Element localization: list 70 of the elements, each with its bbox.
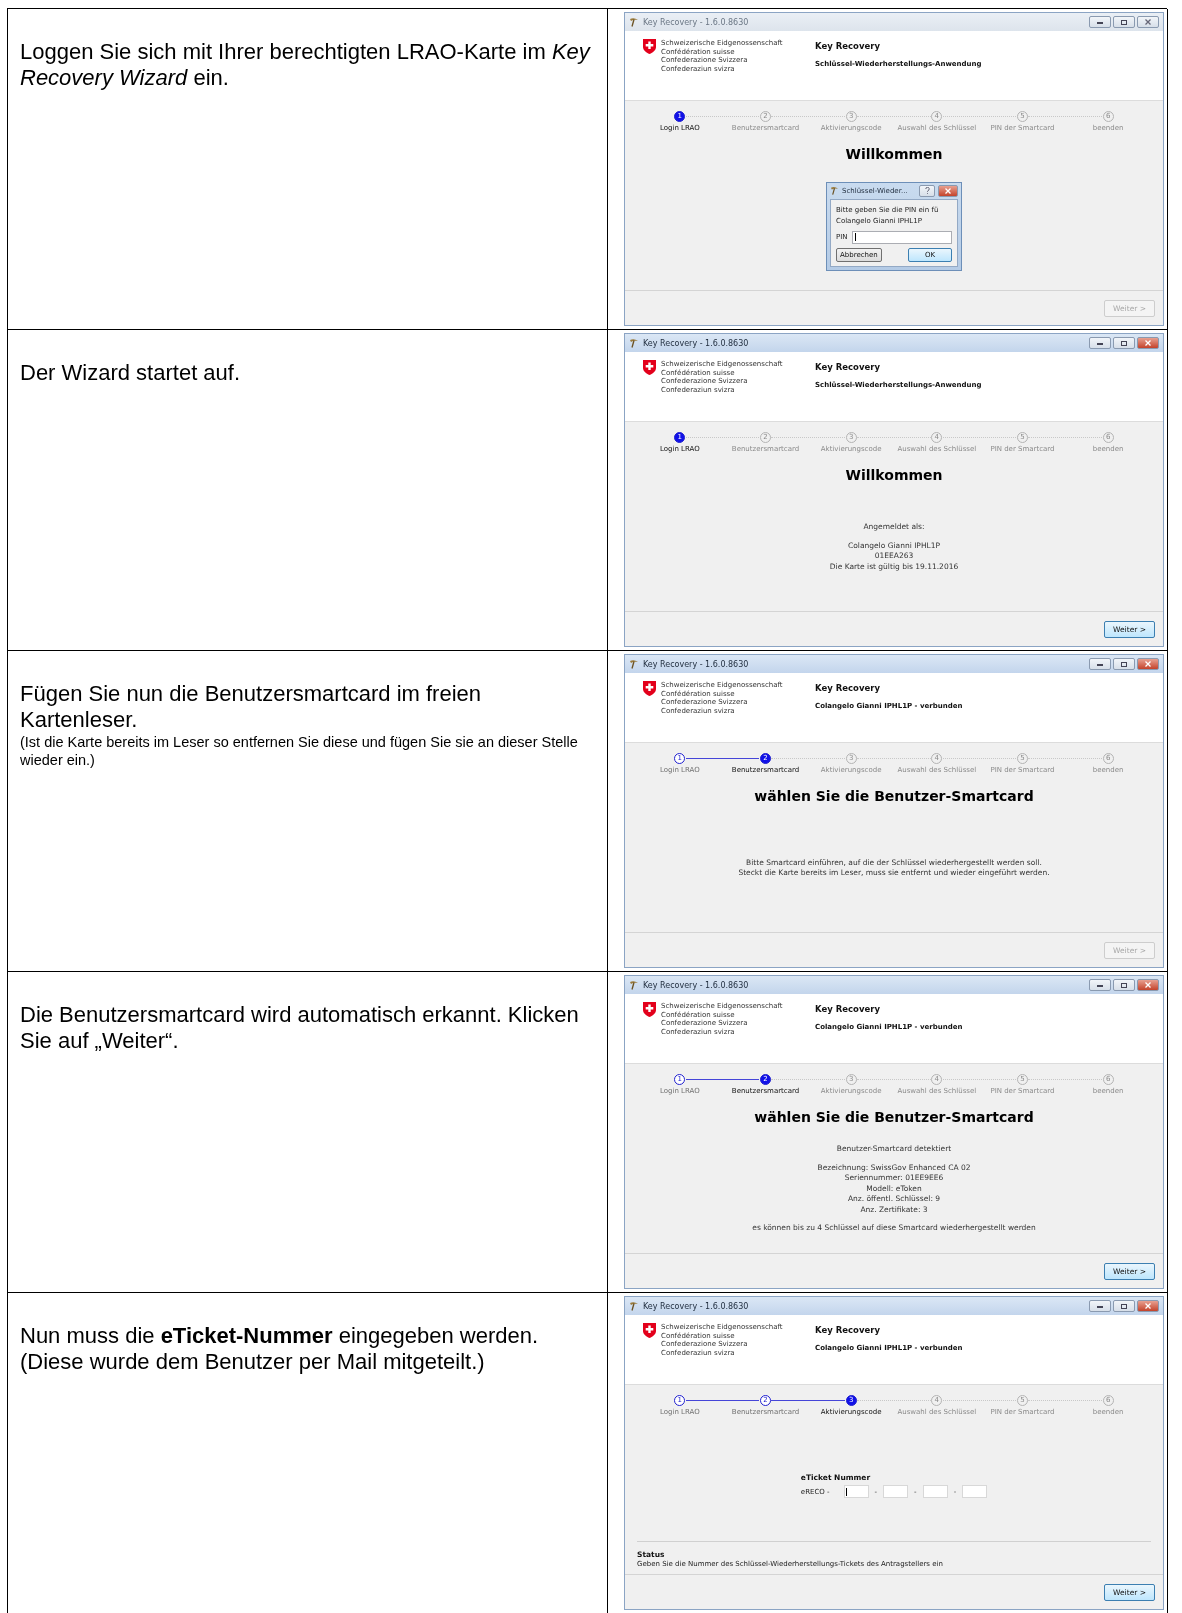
close-button[interactable]	[1137, 658, 1159, 670]
maximize-icon	[1121, 19, 1127, 25]
close-button[interactable]	[1137, 16, 1159, 28]
page-heading: Willkommen	[845, 146, 943, 162]
help-button[interactable]	[919, 184, 935, 197]
note-text: (Ist die Karte bereits im Leser so entfernen Sie diese und fügen Sie sie an dieser Stelle wieder ein.)	[20, 733, 579, 769]
minimize-button[interactable]	[1089, 979, 1111, 991]
close-icon	[1145, 661, 1151, 667]
ticket-input[interactable]	[883, 1485, 909, 1498]
ticket-input[interactable]	[843, 1485, 869, 1498]
close-button[interactable]	[1137, 979, 1159, 991]
pickaxe-icon	[629, 659, 639, 669]
swiss-shield-icon	[643, 39, 656, 54]
window-title: Key Recovery - 1.6.0.8630	[643, 659, 750, 669]
page-heading: Willkommen	[845, 467, 943, 483]
instruction-text: Loggen Sie sich mit Ihrer berechtigten LRAO-Karte im Key Recovery Wizard ein.	[20, 39, 592, 91]
help-icon	[924, 187, 930, 194]
pickaxe-icon	[830, 186, 839, 195]
pin-input[interactable]	[851, 230, 952, 244]
instruction-text: Die Benutzersmartcard wird automatisch erkannt. Klicken Sie auf „Weiter“.	[20, 1002, 580, 1054]
close-button[interactable]	[1137, 1300, 1159, 1312]
minimize-button[interactable]	[1089, 16, 1111, 28]
minimize-icon	[1097, 662, 1103, 666]
window-title: Key Recovery - 1.6.0.8630	[643, 338, 750, 348]
maximize-button[interactable]	[1113, 1300, 1135, 1312]
page-heading: wählen Sie die Benutzer-Smartcard	[754, 1109, 1034, 1125]
pickaxe-icon	[629, 338, 639, 348]
maximize-icon	[1121, 340, 1127, 346]
maximize-button[interactable]	[1113, 979, 1135, 991]
minimize-button[interactable]	[1089, 337, 1111, 349]
minimize-icon	[1097, 341, 1103, 345]
maximize-icon	[1121, 661, 1127, 667]
swiss-shield-icon	[643, 1323, 656, 1338]
window-title: Key Recovery - 1.6.0.8630	[643, 1301, 750, 1311]
app-title: Key Recovery	[815, 362, 881, 372]
pickaxe-icon	[629, 17, 639, 27]
maximize-button[interactable]	[1113, 337, 1135, 349]
ticket-input[interactable]	[922, 1485, 948, 1498]
maximize-button[interactable]	[1113, 16, 1135, 28]
close-icon	[945, 187, 951, 194]
close-icon	[1145, 982, 1151, 988]
maximize-button[interactable]	[1113, 658, 1135, 670]
window-title: Key Recovery - 1.6.0.8630	[643, 980, 750, 990]
ticket-input[interactable]	[962, 1485, 988, 1498]
window-title: Key Recovery - 1.6.0.8630	[643, 17, 750, 27]
minimize-button[interactable]	[1089, 658, 1111, 670]
instruction-text: Nun muss die eTicket-Nummer eingegeben werden. (Diese wurde dem Benutzer per Mail mitgeteilt.)	[20, 1323, 540, 1375]
close-icon	[1145, 340, 1151, 346]
app-title: Key Recovery	[815, 1004, 881, 1014]
swiss-shield-icon	[643, 1002, 656, 1017]
maximize-icon	[1121, 982, 1127, 988]
app-title: Key Recovery	[815, 683, 881, 693]
swiss-shield-icon	[643, 681, 656, 696]
app-title: Key Recovery	[815, 41, 881, 51]
pickaxe-icon	[629, 980, 639, 990]
app-title: Key Recovery	[815, 1325, 881, 1335]
instruction-text: Fügen Sie nun die Benutzersmartcard im freien Kartenleser.	[20, 681, 482, 733]
minimize-icon	[1097, 983, 1103, 987]
close-icon	[1145, 1303, 1151, 1309]
close-button[interactable]	[1137, 337, 1159, 349]
instruction-text: Der Wizard startet auf.	[20, 360, 242, 386]
swiss-shield-icon	[643, 360, 656, 375]
pickaxe-icon	[629, 1301, 639, 1311]
page-heading: wählen Sie die Benutzer-Smartcard	[754, 788, 1034, 804]
minimize-icon	[1097, 20, 1103, 24]
close-icon	[1145, 19, 1151, 25]
minimize-icon	[1097, 1304, 1103, 1308]
minimize-button[interactable]	[1089, 1300, 1111, 1312]
maximize-icon	[1121, 1303, 1127, 1309]
close-button[interactable]	[938, 184, 958, 197]
